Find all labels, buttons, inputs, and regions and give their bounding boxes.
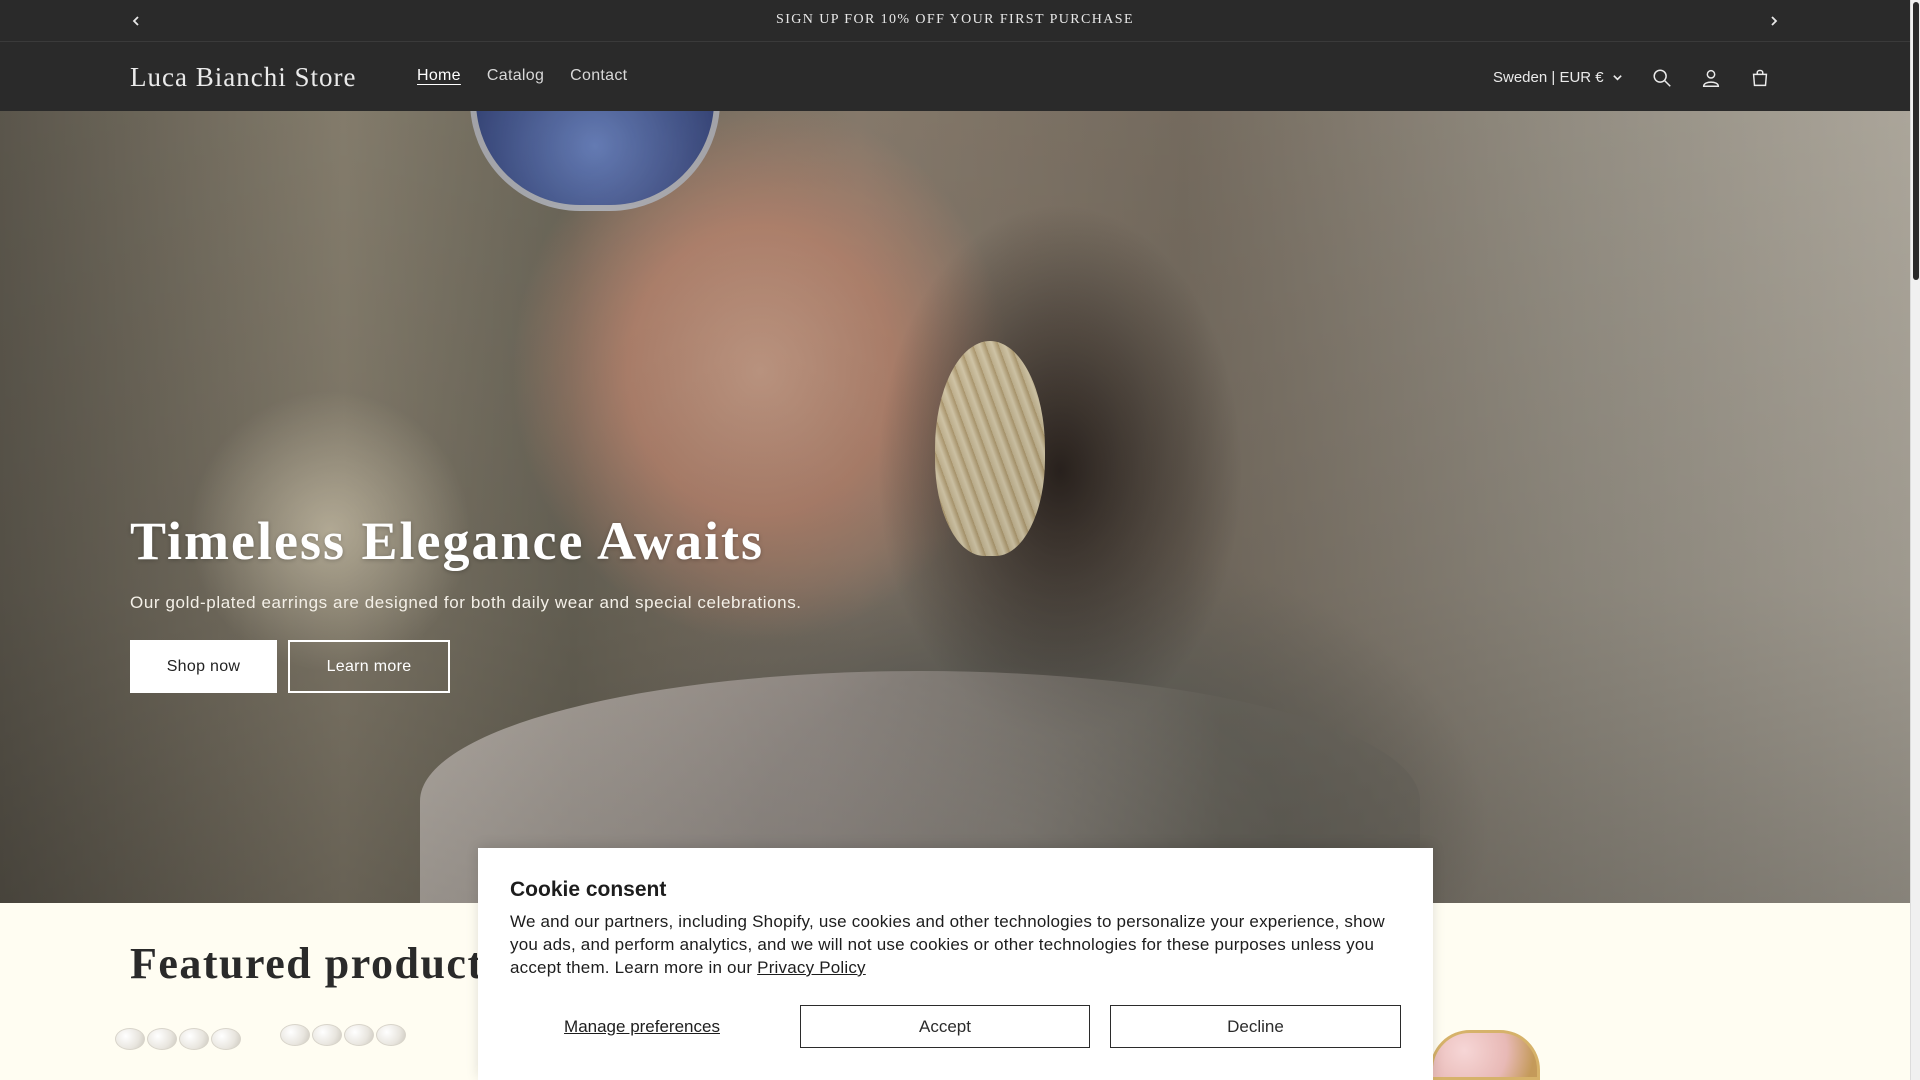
- nav-contact-link[interactable]: Contact: [557, 67, 640, 85]
- cookie-title: Cookie consent: [510, 878, 667, 901]
- main-nav: Home Catalog Contact: [404, 67, 640, 85]
- scrollbar-thumb[interactable]: [1913, 2, 1919, 280]
- chevron-right-icon: [1771, 16, 1778, 26]
- cookie-consent-banner: Cookie consent We and our partners, incl…: [478, 848, 1433, 1080]
- hero-subtitle: Our gold-plated earrings are designed fo…: [130, 593, 802, 612]
- search-button[interactable]: [1648, 64, 1676, 92]
- account-icon: [1702, 69, 1720, 87]
- privacy-policy-link[interactable]: Privacy Policy: [757, 958, 866, 977]
- announcement-next-button[interactable]: [1764, 11, 1784, 31]
- pearl-strand-image: [280, 1024, 406, 1046]
- shop-now-button[interactable]: Shop now: [130, 640, 277, 693]
- announcement-message[interactable]: SIGN UP FOR 10% OFF YOUR FIRST PURCHASE: [0, 12, 1910, 28]
- cookie-body: We and our partners, including Shopify, …: [510, 910, 1410, 979]
- hero-title: Timeless Elegance Awaits: [130, 511, 764, 571]
- pearl-strand-image: [115, 1028, 241, 1050]
- decline-button[interactable]: Decline: [1110, 1005, 1401, 1048]
- product-card-pearl-earrings[interactable]: [115, 1020, 445, 1080]
- chevron-down-icon: [1612, 75, 1622, 81]
- cookie-body-text: We and our partners, including Shopify, …: [510, 912, 1385, 977]
- learn-more-button[interactable]: Learn more: [288, 640, 450, 693]
- account-button[interactable]: [1697, 64, 1725, 92]
- hero-overlay: [0, 111, 1910, 903]
- manage-preferences-button[interactable]: Manage preferences: [510, 1005, 774, 1048]
- search-icon: [1653, 69, 1671, 87]
- product-card-bow-earrings[interactable]: [1420, 1020, 1550, 1080]
- featured-products-title: Featured products: [130, 939, 503, 988]
- page-scrollbar[interactable]: [1910, 0, 1920, 1080]
- cart-button[interactable]: [1746, 64, 1774, 92]
- locale-label: Sweden | EUR €: [1493, 69, 1604, 86]
- nav-catalog-link[interactable]: Catalog: [474, 67, 557, 85]
- cart-icon: [1752, 69, 1768, 87]
- nav-home-link[interactable]: Home: [404, 67, 474, 85]
- site-header: Luca Bianchi Store Home Catalog Contact …: [0, 42, 1910, 111]
- accept-button[interactable]: Accept: [800, 1005, 1090, 1048]
- store-logo[interactable]: Luca Bianchi Store: [130, 62, 356, 93]
- country-currency-selector[interactable]: Sweden | EUR €: [1493, 69, 1623, 86]
- announcement-bar: SIGN UP FOR 10% OFF YOUR FIRST PURCHASE: [0, 0, 1910, 42]
- hero-banner: [0, 111, 1910, 903]
- bow-earring-image: [1430, 1030, 1540, 1080]
